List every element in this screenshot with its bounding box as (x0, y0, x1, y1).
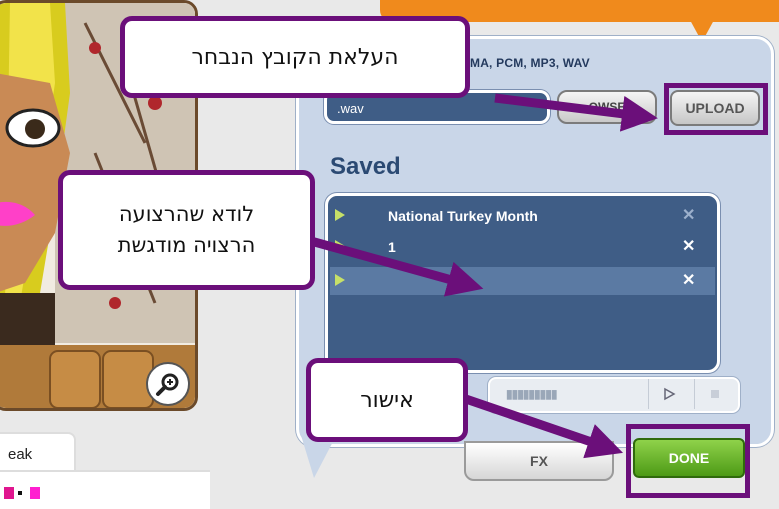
verify-callout-line1: לודא שהרצועה (118, 201, 255, 226)
verify-selection-callout: לודא שהרצועה הרצויה מודגשת (58, 170, 315, 290)
upload-arrow (494, 93, 658, 132)
verify-callout-line2: הרצויה מודגשת (117, 233, 256, 257)
confirm-arrow (458, 392, 624, 459)
upload-callout: העלאת הקובץ הנבחר (120, 16, 470, 98)
verify-arrow (298, 233, 484, 297)
confirm-callout: אישור (306, 358, 468, 442)
